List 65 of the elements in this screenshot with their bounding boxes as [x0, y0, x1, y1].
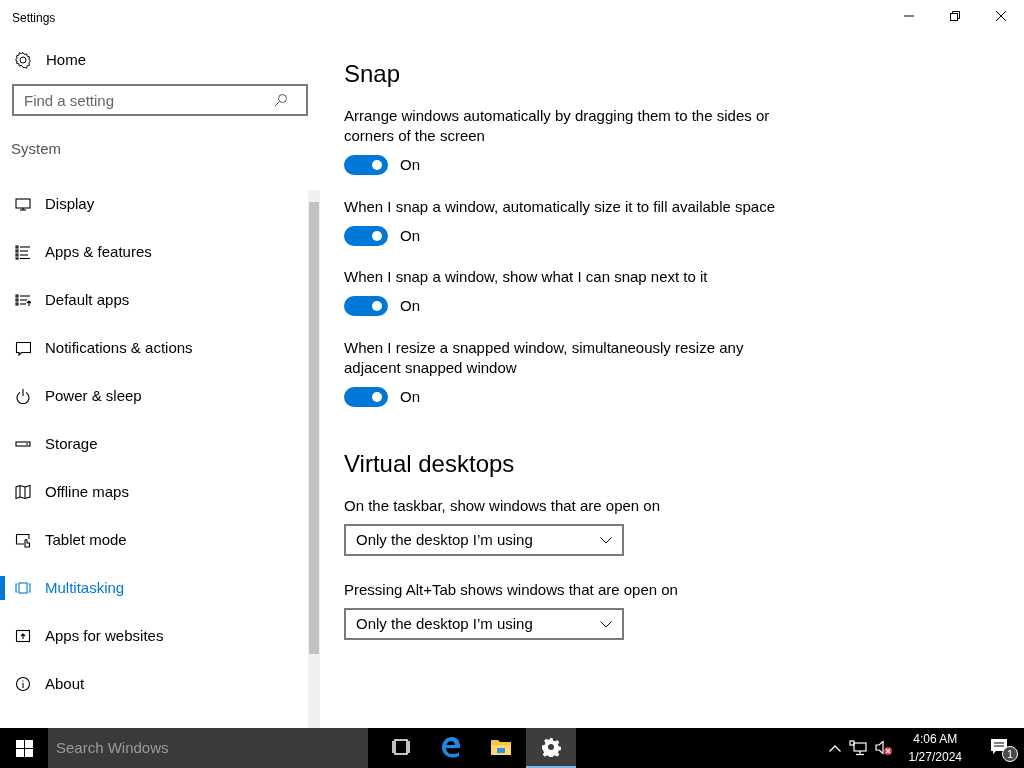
window-title: Settings: [12, 11, 56, 25]
section-heading: Virtual desktops: [344, 449, 516, 479]
tablet-hand-icon: [15, 532, 31, 548]
toggle-switch[interactable]: [344, 386, 388, 407]
network-icon[interactable]: [848, 740, 867, 756]
close-icon: [996, 11, 1006, 21]
list-arrow-icon: [15, 292, 31, 308]
taskbar-search-field[interactable]: Search Windows: [48, 728, 368, 768]
info-icon: [15, 676, 31, 692]
app-link-icon: [15, 628, 31, 644]
monitor-icon: [15, 196, 31, 212]
taskbar-button[interactable]: [526, 728, 576, 768]
toggle-switch[interactable]: [344, 155, 388, 176]
setting-label: Arrange windows automatically by dragging them to the sides or corners of the screen: [344, 106, 771, 146]
home-link[interactable]: Home: [14, 48, 86, 72]
section-heading: Snap: [344, 59, 402, 89]
nav-item[interactable]: Apps & features: [0, 228, 300, 276]
chevron-up-icon[interactable]: [828, 744, 841, 752]
search-field[interactable]: Find a setting: [12, 84, 308, 116]
toggle-switch[interactable]: [344, 225, 388, 246]
dropdown-field[interactable]: Only the desktop I’m using: [344, 524, 624, 556]
browser-e-icon: [440, 736, 462, 758]
setting-label: Pressing Alt+Tab shows windows that are open on: [344, 580, 679, 600]
windows-icon: [15, 739, 33, 757]
power-icon: [15, 388, 31, 404]
restore-icon: [950, 11, 960, 21]
scrollbar[interactable]: [308, 190, 320, 728]
dropdown-field[interactable]: Only the desktop I’m using: [344, 608, 624, 640]
nav-item[interactable]: Tablet mode: [0, 516, 300, 564]
list-icon: [15, 244, 31, 260]
chevron-down-icon: [600, 620, 612, 628]
action-center-button[interactable]: 1: [974, 728, 1024, 768]
section-label: System: [11, 140, 61, 157]
toggle-state-text: On: [400, 386, 420, 407]
multitask-icon: [15, 580, 31, 596]
nav-item[interactable]: Power & sleep: [0, 372, 300, 420]
toggle-state-text: On: [400, 296, 420, 316]
map-icon: [15, 484, 31, 500]
nav-item[interactable]: Storage: [0, 420, 300, 468]
nav-item[interactable]: Apps for websites: [0, 612, 300, 660]
toggle-state-text: On: [400, 225, 420, 246]
speech-bubble-icon: [15, 340, 31, 356]
nav-item[interactable]: Multitasking: [0, 564, 300, 612]
setting-label: On the taskbar, show windows that are open on: [344, 496, 662, 516]
nav-item[interactable]: Default apps: [0, 276, 300, 324]
nav-item[interactable]: Display: [0, 180, 300, 228]
notification-count: 1: [1002, 746, 1018, 762]
toggle-switch[interactable]: [344, 296, 388, 317]
setting-label: When I snap a window, automatically size it to fill available space: [344, 196, 777, 217]
speaker-muted-icon[interactable]: [874, 740, 893, 756]
clock[interactable]: 4:06 AM 1/27/2024: [896, 730, 974, 766]
selection-indicator: [0, 576, 5, 600]
setting-label: When I snap a window, show what I can snap next to it: [344, 267, 709, 287]
search-icon: [274, 93, 288, 107]
gear-icon: [541, 737, 561, 757]
nav-item[interactable]: About: [0, 660, 300, 708]
toggle-state-text: On: [400, 155, 420, 175]
nav-item[interactable]: Notifications & actions: [0, 324, 300, 372]
chevron-down-icon: [600, 536, 612, 544]
folder-icon: [490, 737, 512, 757]
notification-icon: [990, 738, 1008, 756]
gear-icon: [14, 51, 32, 69]
task-view-icon: [391, 738, 411, 756]
setting-label: When I resize a snapped window, simultaneously resize any adjacent snapped window: [344, 337, 745, 378]
nav-item[interactable]: Offline maps: [0, 468, 300, 516]
